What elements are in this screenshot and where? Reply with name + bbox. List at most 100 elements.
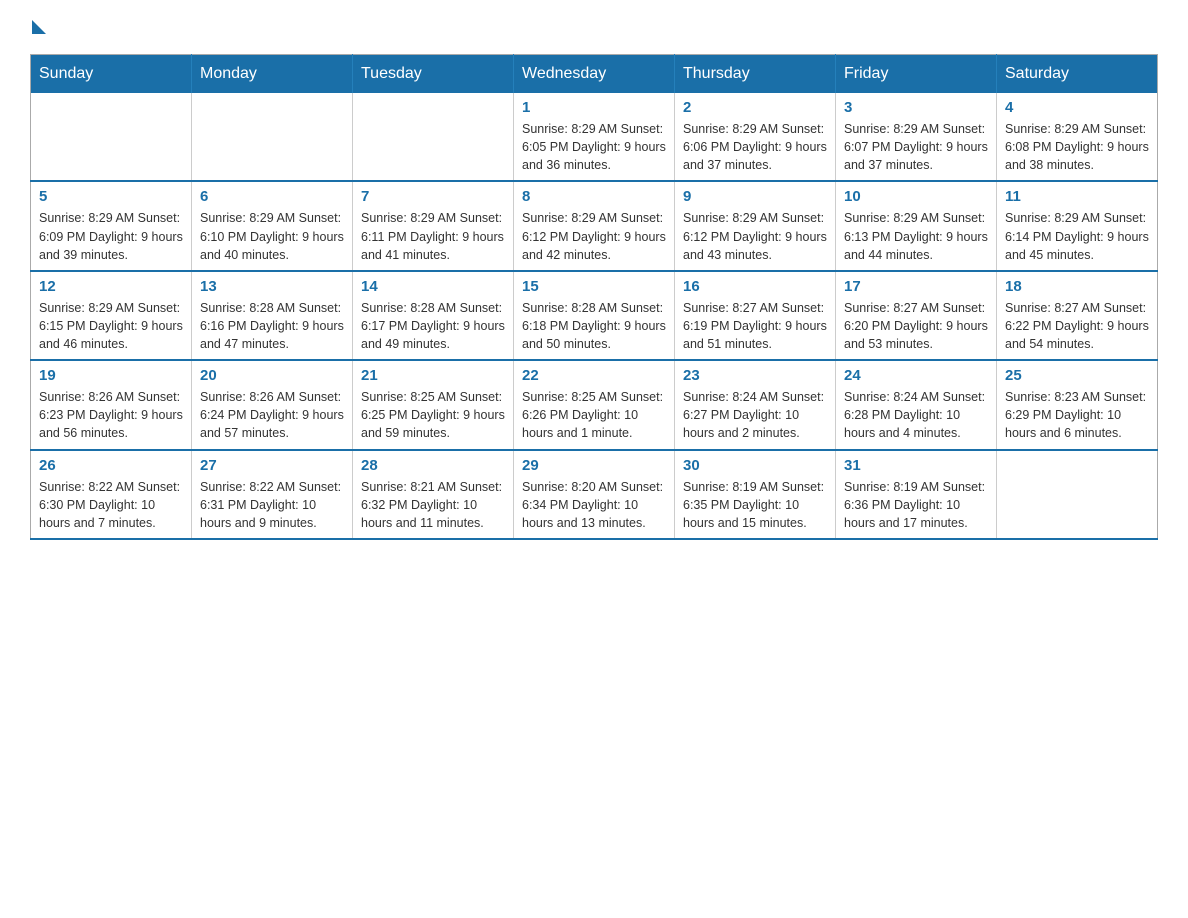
calendar-cell: 14Sunrise: 8:28 AM Sunset: 6:17 PM Dayli…	[353, 271, 514, 360]
calendar-cell	[192, 93, 353, 181]
logo	[30, 20, 46, 36]
day-number: 5	[39, 188, 183, 205]
day-number: 31	[844, 457, 988, 474]
calendar-cell: 19Sunrise: 8:26 AM Sunset: 6:23 PM Dayli…	[31, 360, 192, 449]
calendar-cell: 9Sunrise: 8:29 AM Sunset: 6:12 PM Daylig…	[675, 181, 836, 270]
day-info: Sunrise: 8:26 AM Sunset: 6:24 PM Dayligh…	[200, 388, 344, 442]
day-number: 17	[844, 278, 988, 295]
weekday-header-saturday: Saturday	[997, 55, 1158, 94]
calendar-cell: 4 Sunrise: 8:29 AM Sunset: 6:08 PM Daylig…	[997, 93, 1158, 181]
calendar-week-row: 5 Sunrise: 8:29 AM Sunset: 6:09 PM Daylig…	[31, 181, 1158, 270]
calendar-week-row: 1Sunrise: 8:29 AM Sunset: 6:05 PM Daylig…	[31, 93, 1158, 181]
weekday-header-monday: Monday	[192, 55, 353, 94]
day-info: Sunrise: 8:25 AM Sunset: 6:26 PM Dayligh…	[522, 388, 666, 442]
logo-triangle-icon	[32, 20, 46, 34]
day-info: Sunrise: 8:28 AM Sunset: 6:18 PM Dayligh…	[522, 299, 666, 353]
day-info: Sunrise: 8:24 AM Sunset: 6:28 PM Dayligh…	[844, 388, 988, 442]
calendar-cell: 26 Sunrise: 8:22 AM Sunset: 6:30 PM Dayli…	[31, 450, 192, 539]
day-number: 24	[844, 367, 988, 384]
day-number: 14	[361, 278, 505, 295]
page-header	[30, 20, 1158, 36]
day-number: 20	[200, 367, 344, 384]
day-number: 4	[1005, 99, 1149, 116]
day-info: Sunrise: 8:29 AM Sunset: 6:11 PM Dayligh…	[361, 209, 505, 263]
weekday-header-tuesday: Tuesday	[353, 55, 514, 94]
day-number: 13	[200, 278, 344, 295]
calendar-cell: 15Sunrise: 8:28 AM Sunset: 6:18 PM Dayli…	[514, 271, 675, 360]
day-info: Sunrise: 8:27 AM Sunset: 6:20 PM Dayligh…	[844, 299, 988, 353]
calendar-cell: 6 Sunrise: 8:29 AM Sunset: 6:10 PM Daylig…	[192, 181, 353, 270]
calendar-cell: 30Sunrise: 8:19 AM Sunset: 6:35 PM Dayli…	[675, 450, 836, 539]
calendar-cell: 25 Sunrise: 8:23 AM Sunset: 6:29 PM Dayli…	[997, 360, 1158, 449]
calendar-cell: 1Sunrise: 8:29 AM Sunset: 6:05 PM Daylig…	[514, 93, 675, 181]
day-info: Sunrise: 8:22 AM Sunset: 6:30 PM Dayligh…	[39, 478, 183, 532]
calendar-cell: 16 Sunrise: 8:27 AM Sunset: 6:19 PM Dayli…	[675, 271, 836, 360]
day-number: 29	[522, 457, 666, 474]
day-number: 22	[522, 367, 666, 384]
weekday-header-wednesday: Wednesday	[514, 55, 675, 94]
day-info: Sunrise: 8:29 AM Sunset: 6:07 PM Dayligh…	[844, 120, 988, 174]
day-number: 25	[1005, 367, 1149, 384]
calendar-week-row: 12 Sunrise: 8:29 AM Sunset: 6:15 PM Dayli…	[31, 271, 1158, 360]
calendar-cell: 8 Sunrise: 8:29 AM Sunset: 6:12 PM Daylig…	[514, 181, 675, 270]
calendar-cell: 12 Sunrise: 8:29 AM Sunset: 6:15 PM Dayli…	[31, 271, 192, 360]
day-number: 9	[683, 188, 827, 205]
weekday-header-friday: Friday	[836, 55, 997, 94]
weekday-header-row: SundayMondayTuesdayWednesdayThursdayFrid…	[31, 55, 1158, 94]
calendar-cell	[31, 93, 192, 181]
day-info: Sunrise: 8:19 AM Sunset: 6:36 PM Dayligh…	[844, 478, 988, 532]
day-number: 19	[39, 367, 183, 384]
weekday-header-thursday: Thursday	[675, 55, 836, 94]
calendar-cell: 5 Sunrise: 8:29 AM Sunset: 6:09 PM Daylig…	[31, 181, 192, 270]
day-number: 3	[844, 99, 988, 116]
day-number: 1	[522, 99, 666, 116]
calendar-cell: 10Sunrise: 8:29 AM Sunset: 6:13 PM Dayli…	[836, 181, 997, 270]
calendar-cell: 20 Sunrise: 8:26 AM Sunset: 6:24 PM Dayli…	[192, 360, 353, 449]
day-number: 23	[683, 367, 827, 384]
day-info: Sunrise: 8:29 AM Sunset: 6:15 PM Dayligh…	[39, 299, 183, 353]
calendar-cell: 24 Sunrise: 8:24 AM Sunset: 6:28 PM Dayli…	[836, 360, 997, 449]
calendar-cell	[353, 93, 514, 181]
day-info: Sunrise: 8:29 AM Sunset: 6:06 PM Dayligh…	[683, 120, 827, 174]
calendar-cell: 11 Sunrise: 8:29 AM Sunset: 6:14 PM Dayli…	[997, 181, 1158, 270]
day-number: 7	[361, 188, 505, 205]
day-info: Sunrise: 8:27 AM Sunset: 6:19 PM Dayligh…	[683, 299, 827, 353]
day-number: 26	[39, 457, 183, 474]
calendar-cell: 2Sunrise: 8:29 AM Sunset: 6:06 PM Daylig…	[675, 93, 836, 181]
calendar-cell: 22 Sunrise: 8:25 AM Sunset: 6:26 PM Dayli…	[514, 360, 675, 449]
day-number: 11	[1005, 188, 1149, 205]
day-info: Sunrise: 8:29 AM Sunset: 6:12 PM Dayligh…	[522, 209, 666, 263]
day-info: Sunrise: 8:22 AM Sunset: 6:31 PM Dayligh…	[200, 478, 344, 532]
calendar-cell: 28 Sunrise: 8:21 AM Sunset: 6:32 PM Dayli…	[353, 450, 514, 539]
calendar-cell: 29 Sunrise: 8:20 AM Sunset: 6:34 PM Dayli…	[514, 450, 675, 539]
day-info: Sunrise: 8:20 AM Sunset: 6:34 PM Dayligh…	[522, 478, 666, 532]
day-number: 21	[361, 367, 505, 384]
day-info: Sunrise: 8:29 AM Sunset: 6:08 PM Dayligh…	[1005, 120, 1149, 174]
day-number: 30	[683, 457, 827, 474]
weekday-header-sunday: Sunday	[31, 55, 192, 94]
calendar-week-row: 19Sunrise: 8:26 AM Sunset: 6:23 PM Dayli…	[31, 360, 1158, 449]
day-info: Sunrise: 8:28 AM Sunset: 6:16 PM Dayligh…	[200, 299, 344, 353]
day-number: 28	[361, 457, 505, 474]
day-number: 16	[683, 278, 827, 295]
calendar-cell: 27Sunrise: 8:22 AM Sunset: 6:31 PM Dayli…	[192, 450, 353, 539]
calendar-cell: 13 Sunrise: 8:28 AM Sunset: 6:16 PM Dayli…	[192, 271, 353, 360]
day-info: Sunrise: 8:29 AM Sunset: 6:10 PM Dayligh…	[200, 209, 344, 263]
day-info: Sunrise: 8:29 AM Sunset: 6:09 PM Dayligh…	[39, 209, 183, 263]
day-info: Sunrise: 8:24 AM Sunset: 6:27 PM Dayligh…	[683, 388, 827, 442]
calendar-cell: 23 Sunrise: 8:24 AM Sunset: 6:27 PM Dayli…	[675, 360, 836, 449]
calendar-cell: 18Sunrise: 8:27 AM Sunset: 6:22 PM Dayli…	[997, 271, 1158, 360]
calendar-cell: 3 Sunrise: 8:29 AM Sunset: 6:07 PM Daylig…	[836, 93, 997, 181]
day-info: Sunrise: 8:29 AM Sunset: 6:14 PM Dayligh…	[1005, 209, 1149, 263]
calendar-cell: 17 Sunrise: 8:27 AM Sunset: 6:20 PM Dayli…	[836, 271, 997, 360]
day-number: 12	[39, 278, 183, 295]
day-info: Sunrise: 8:21 AM Sunset: 6:32 PM Dayligh…	[361, 478, 505, 532]
calendar-cell	[997, 450, 1158, 539]
day-info: Sunrise: 8:25 AM Sunset: 6:25 PM Dayligh…	[361, 388, 505, 442]
day-number: 8	[522, 188, 666, 205]
day-number: 6	[200, 188, 344, 205]
calendar-table: SundayMondayTuesdayWednesdayThursdayFrid…	[30, 54, 1158, 540]
calendar-cell: 7 Sunrise: 8:29 AM Sunset: 6:11 PM Daylig…	[353, 181, 514, 270]
calendar-cell: 21 Sunrise: 8:25 AM Sunset: 6:25 PM Dayli…	[353, 360, 514, 449]
day-info: Sunrise: 8:23 AM Sunset: 6:29 PM Dayligh…	[1005, 388, 1149, 442]
